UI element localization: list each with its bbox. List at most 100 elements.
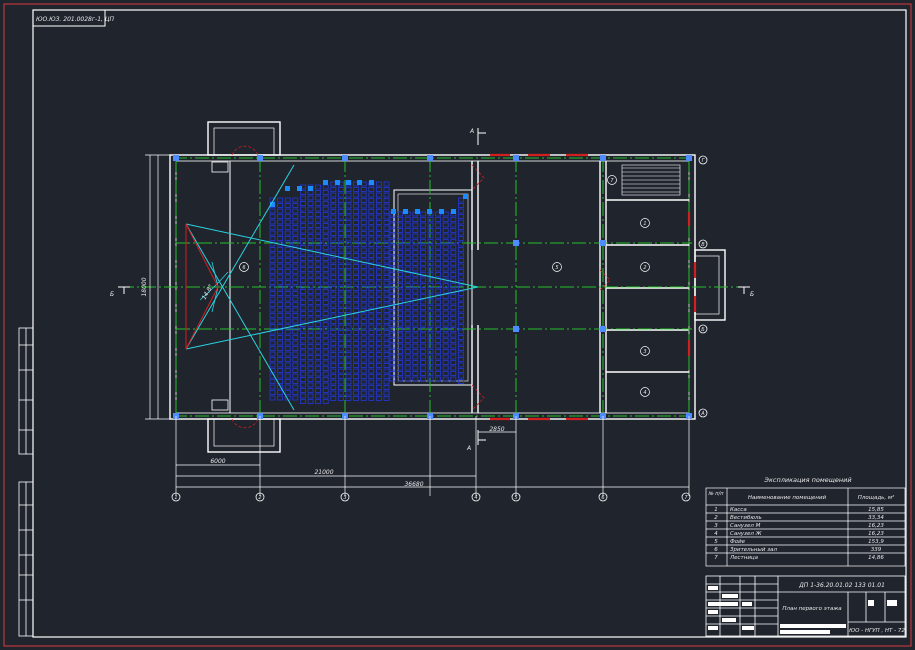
seat bbox=[375, 275, 382, 280]
seat bbox=[368, 198, 375, 203]
svg-text:7: 7 bbox=[610, 178, 614, 184]
seat bbox=[375, 231, 382, 236]
seat bbox=[412, 360, 419, 365]
seat bbox=[457, 208, 464, 214]
seat bbox=[435, 250, 442, 255]
seat bbox=[299, 261, 306, 267]
seat bbox=[269, 357, 276, 362]
seat bbox=[375, 297, 382, 302]
seat bbox=[450, 332, 457, 338]
seat bbox=[337, 192, 344, 198]
seat bbox=[269, 395, 276, 401]
seat bbox=[442, 244, 449, 250]
seat bbox=[353, 363, 360, 368]
seat bbox=[315, 289, 322, 294]
seat bbox=[360, 374, 367, 379]
seat bbox=[397, 349, 404, 354]
seat bbox=[353, 198, 360, 203]
seat bbox=[419, 332, 426, 338]
seat bbox=[307, 300, 314, 305]
room-tag-5: 5 bbox=[552, 262, 562, 272]
explication-cell: 6 bbox=[714, 547, 718, 553]
seat bbox=[277, 395, 284, 401]
seat bbox=[412, 338, 419, 343]
seat bbox=[353, 203, 360, 209]
seat bbox=[450, 244, 457, 250]
seat bbox=[404, 255, 411, 261]
seat bbox=[284, 203, 291, 208]
seat bbox=[307, 223, 314, 228]
seat bbox=[337, 280, 344, 286]
seat bbox=[412, 332, 419, 338]
seat bbox=[404, 233, 411, 239]
seat bbox=[412, 222, 419, 228]
seat bbox=[345, 253, 352, 258]
seat bbox=[397, 310, 404, 316]
seat bbox=[299, 294, 306, 300]
seat bbox=[353, 236, 360, 242]
seat bbox=[322, 201, 329, 206]
seat bbox=[284, 340, 291, 346]
svg-text:6: 6 bbox=[242, 265, 245, 271]
seat bbox=[330, 236, 337, 242]
seat bbox=[299, 344, 306, 349]
sightline-angle: 14.8° bbox=[201, 283, 215, 301]
seat bbox=[360, 187, 367, 192]
seat bbox=[457, 362, 464, 368]
seat bbox=[368, 297, 375, 302]
seat bbox=[375, 209, 382, 214]
seat bbox=[383, 297, 390, 302]
seat bbox=[307, 289, 314, 294]
dim-total-height: 18000 bbox=[141, 277, 148, 296]
seat bbox=[284, 390, 291, 395]
seat bbox=[450, 316, 457, 321]
seat bbox=[299, 377, 306, 382]
seat bbox=[375, 385, 382, 390]
seat bbox=[299, 393, 306, 399]
seat bbox=[435, 244, 442, 250]
seat bbox=[345, 187, 352, 192]
seat bbox=[442, 305, 449, 310]
seat bbox=[299, 250, 306, 256]
seat bbox=[277, 269, 284, 274]
seat bbox=[330, 291, 337, 297]
seat bbox=[457, 291, 464, 296]
seat bbox=[307, 278, 314, 283]
seat bbox=[345, 385, 352, 390]
seat bbox=[450, 338, 457, 343]
seat bbox=[307, 338, 314, 344]
seat bbox=[307, 393, 314, 399]
seat bbox=[277, 340, 284, 346]
seat bbox=[330, 225, 337, 231]
seat bbox=[277, 225, 284, 230]
seat bbox=[315, 256, 322, 261]
seat-highlight bbox=[427, 209, 432, 214]
seat bbox=[375, 214, 382, 220]
seat bbox=[368, 335, 375, 341]
seat bbox=[353, 264, 360, 269]
seat bbox=[435, 332, 442, 338]
seat bbox=[419, 288, 426, 294]
seat bbox=[375, 258, 382, 264]
stamp-text: ЮО.ЮЗ. 201.0028г-1, ЦП bbox=[36, 16, 114, 23]
seat bbox=[368, 379, 375, 385]
seat bbox=[360, 396, 367, 401]
svg-text:2: 2 bbox=[258, 495, 261, 501]
seat-highlight bbox=[323, 180, 328, 185]
seat bbox=[450, 266, 457, 272]
seat bbox=[368, 346, 375, 352]
seat bbox=[353, 280, 360, 286]
seat bbox=[269, 340, 276, 346]
seat bbox=[450, 261, 457, 266]
seat bbox=[457, 302, 464, 307]
seat bbox=[383, 363, 390, 368]
seat bbox=[457, 219, 464, 225]
seat bbox=[435, 266, 442, 272]
seat bbox=[345, 280, 352, 286]
seat bbox=[383, 275, 390, 280]
seat bbox=[404, 343, 411, 349]
seat bbox=[368, 390, 375, 396]
seat bbox=[435, 310, 442, 316]
seat bbox=[353, 352, 360, 357]
room-tag-6: 6 bbox=[239, 262, 249, 272]
